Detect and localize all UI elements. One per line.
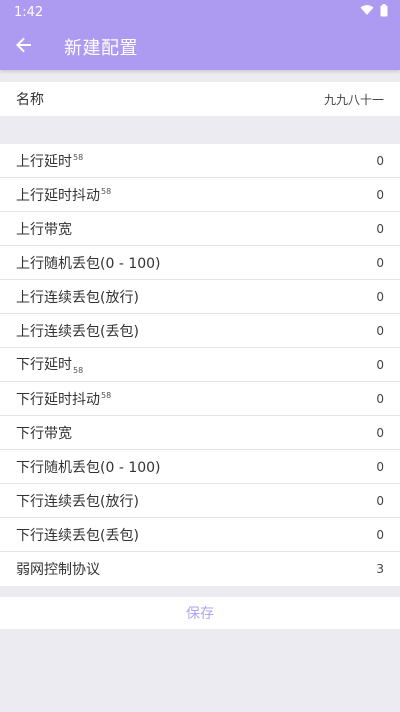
settings-row-mark: 58 — [73, 365, 84, 375]
battery-icon — [380, 3, 388, 21]
settings-row-label: 下行延时 — [16, 357, 72, 374]
status-time: 1:42 — [14, 4, 44, 20]
name-value: 九九八十一 — [323, 92, 384, 107]
settings-row-value: 0 — [376, 357, 384, 372]
settings-row[interactable]: 上行带宽 0 — [0, 212, 400, 246]
settings-row-value: 0 — [376, 527, 384, 542]
settings-row[interactable]: 下行延时抖动58 0 — [0, 382, 400, 416]
settings-row-label-wrap: 上行延时58 — [16, 151, 83, 171]
settings-row[interactable]: 上行延时抖动58 0 — [0, 178, 400, 212]
name-label: 名称 — [16, 92, 44, 108]
settings-row-value: 0 — [376, 459, 384, 474]
settings-row-value: 0 — [376, 391, 384, 406]
settings-row-label-wrap: 下行连续丢包(放行) — [16, 491, 139, 511]
settings-row-label-wrap: 上行连续丢包(丢包) — [16, 321, 139, 341]
wifi-icon — [360, 4, 374, 20]
page-title: 新建配置 — [64, 38, 138, 59]
settings-row-label-wrap: 弱网控制协议 — [16, 559, 100, 579]
settings-row[interactable]: 下行连续丢包(丢包) 0 — [0, 518, 400, 552]
app-bar: 新建配置 — [0, 24, 400, 70]
status-bar: 1:42 — [0, 0, 400, 24]
settings-row-value: 0 — [376, 255, 384, 270]
settings-row-label: 下行连续丢包(放行) — [16, 493, 139, 510]
settings-row-value: 0 — [376, 323, 384, 338]
settings-row-mark: 58 — [101, 186, 112, 196]
settings-row[interactable]: 上行连续丢包(丢包) 0 — [0, 314, 400, 348]
settings-row-label: 下行带宽 — [16, 425, 72, 442]
settings-row-label: 上行延时抖动 — [16, 187, 100, 204]
settings-row-label-wrap: 下行连续丢包(丢包) — [16, 525, 139, 545]
settings-row-label-wrap: 上行连续丢包(放行) — [16, 287, 139, 307]
settings-row-label: 弱网控制协议 — [16, 562, 100, 578]
save-button[interactable]: 保存 — [0, 597, 400, 629]
settings-row-value: 3 — [376, 562, 384, 576]
save-label: 保存 — [186, 606, 214, 622]
settings-row-label: 上行随机丢包(0 - 100) — [16, 255, 161, 272]
settings-row-mark: 58 — [101, 390, 112, 400]
arrow-left-icon — [15, 36, 33, 58]
name-card: 名称 九九八十一 — [0, 82, 400, 116]
settings-row[interactable]: 下行连续丢包(放行) 0 — [0, 484, 400, 518]
settings-row[interactable]: 下行延时58 0 — [0, 348, 400, 382]
settings-row-label: 上行连续丢包(放行) — [16, 289, 139, 306]
settings-row[interactable]: 上行延时58 0 — [0, 144, 400, 178]
settings-row-label-wrap: 上行延时抖动58 — [16, 185, 111, 205]
settings-row-value: 0 — [376, 187, 384, 202]
settings-list: 上行延时58 0 上行延时抖动58 0 上行带宽 0 上行随机丢包(0 - 100) 0 上行连… — [0, 144, 400, 586]
settings-row-label-wrap: 下行随机丢包(0 - 100) — [16, 457, 161, 477]
settings-row-mark: 58 — [73, 152, 84, 162]
settings-row[interactable]: 下行带宽 0 — [0, 416, 400, 450]
settings-row-label-wrap: 上行随机丢包(0 - 100) — [16, 253, 161, 273]
settings-row-value: 0 — [376, 493, 384, 508]
settings-row-label-wrap: 下行延时抖动58 — [16, 389, 111, 409]
settings-row-label-wrap: 下行带宽 — [16, 423, 72, 443]
settings-row[interactable]: 弱网控制协议 3 — [0, 552, 400, 586]
settings-row-label: 上行连续丢包(丢包) — [16, 323, 139, 340]
settings-row-value: 0 — [376, 221, 384, 236]
settings-row-label-wrap: 下行延时58 — [16, 354, 83, 375]
settings-row-label: 下行连续丢包(丢包) — [16, 527, 139, 544]
settings-row-label: 下行随机丢包(0 - 100) — [16, 459, 161, 476]
settings-row-label: 上行带宽 — [16, 221, 72, 238]
back-button[interactable] — [0, 24, 48, 70]
settings-row-label: 上行延时 — [16, 153, 72, 170]
settings-row[interactable]: 上行连续丢包(放行) 0 — [0, 280, 400, 314]
settings-row[interactable]: 下行随机丢包(0 - 100) 0 — [0, 450, 400, 484]
settings-row-value: 0 — [376, 425, 384, 440]
settings-row[interactable]: 上行随机丢包(0 - 100) 0 — [0, 246, 400, 280]
settings-row-label: 下行延时抖动 — [16, 391, 100, 408]
settings-row-value: 0 — [376, 289, 384, 304]
settings-row-label-wrap: 上行带宽 — [16, 219, 72, 239]
settings-row-value: 0 — [376, 153, 384, 168]
name-row[interactable]: 名称 九九八十一 — [0, 82, 400, 116]
